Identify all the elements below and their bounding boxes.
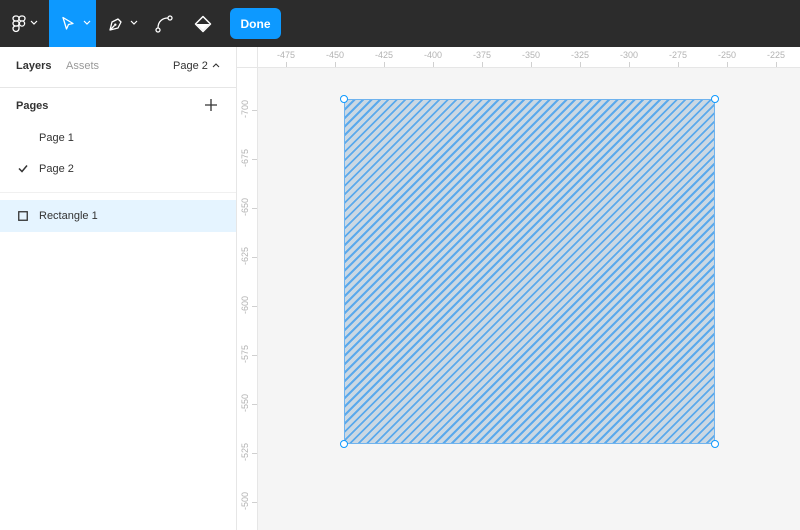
ruler-tick [252, 502, 257, 503]
tab-layers[interactable]: Layers [16, 60, 51, 72]
ruler-tick-label: -700 [240, 100, 250, 119]
page-item-label: Page 1 [39, 132, 74, 144]
page-item-page-2[interactable]: Page 2 [0, 153, 236, 185]
ruler-tick-label: -525 [240, 443, 250, 462]
ruler-tick [252, 257, 257, 258]
layer-name: Rectangle 1 [39, 210, 98, 222]
ruler-tick-label: -350 [521, 50, 541, 60]
layer-row-rectangle-1[interactable]: Rectangle 1 [0, 200, 236, 232]
page-item-page-1[interactable]: Page 1 [0, 122, 236, 154]
ruler-tick-label: -375 [472, 50, 492, 60]
ruler-tick [335, 62, 336, 67]
chevron-down-icon [130, 20, 138, 25]
ruler-tick-label: -675 [240, 149, 250, 168]
ruler-tick-label: -250 [717, 50, 737, 60]
ruler-tick-label: -625 [240, 247, 250, 266]
pages-heading: Pages [16, 100, 49, 112]
ruler-tick-label: -650 [240, 198, 250, 217]
ruler-tick [252, 159, 257, 160]
ruler-tick-label: -300 [619, 50, 639, 60]
add-page-icon[interactable] [204, 98, 218, 112]
ruler-tick-label: -325 [570, 50, 590, 60]
main-menu-button[interactable] [0, 0, 48, 47]
ruler-tick [629, 62, 630, 67]
ruler-tick [252, 208, 257, 209]
ruler-tick-label: -400 [423, 50, 443, 60]
ruler-tick-label: -425 [374, 50, 394, 60]
ruler-tick [531, 62, 532, 67]
ruler-tick [252, 453, 257, 454]
ruler-tick [252, 306, 257, 307]
page-item-label: Page 2 [39, 163, 74, 175]
chevron-down-icon [83, 20, 91, 25]
resize-handle-bottom-left[interactable] [340, 440, 348, 448]
ruler-tick [384, 62, 385, 67]
bend-tool-button[interactable] [146, 0, 182, 47]
paint-bucket-icon [194, 15, 212, 32]
ruler-tick [776, 62, 777, 67]
ruler-tick-label: -600 [240, 296, 250, 315]
ruler-tick [580, 62, 581, 67]
ruler-tick [252, 355, 257, 356]
toolbar: Done [0, 0, 800, 47]
ruler-tick [433, 62, 434, 67]
paint-bucket-button[interactable] [185, 0, 221, 47]
ruler-tick [727, 62, 728, 67]
current-page-selector[interactable]: Page 2 [173, 60, 208, 72]
ruler-tick-label: -225 [766, 50, 786, 60]
ruler-tick [286, 62, 287, 67]
bend-tool-icon [155, 14, 173, 33]
ruler-tick-label: -550 [240, 394, 250, 413]
ruler-tick-label: -275 [668, 50, 688, 60]
divider [0, 192, 236, 193]
ruler-tick [482, 62, 483, 67]
ruler-tick [252, 404, 257, 405]
figma-menu-icon [12, 14, 26, 32]
ruler-tick-label: -475 [276, 50, 296, 60]
ruler-corner [237, 47, 258, 68]
resize-handle-top-left[interactable] [340, 95, 348, 103]
pen-tool-icon [109, 17, 122, 31]
move-tool-icon [61, 16, 74, 30]
resize-handle-bottom-right[interactable] [711, 440, 719, 448]
done-button[interactable]: Done [230, 8, 281, 39]
tab-assets[interactable]: Assets [66, 60, 99, 72]
chevron-down-icon [30, 20, 38, 25]
pen-tool-button[interactable] [98, 0, 144, 47]
resize-handle-top-right[interactable] [711, 95, 719, 103]
ruler-tick-label: -575 [240, 345, 250, 364]
ruler-tick-label: -500 [240, 492, 250, 511]
move-tool-button[interactable] [49, 0, 96, 47]
chevron-up-icon[interactable] [212, 62, 220, 68]
rectangle-1-shape[interactable] [344, 99, 715, 444]
checkmark-icon [18, 165, 28, 173]
rectangle-icon [18, 211, 28, 221]
ruler-tick [252, 110, 257, 111]
ruler-tick-label: -450 [325, 50, 345, 60]
ruler-tick [678, 62, 679, 67]
layers-panel: Layers Assets Page 2 Pages Page 1 Page 2… [0, 47, 237, 530]
panel-tabs: Layers Assets Page 2 [0, 47, 236, 88]
